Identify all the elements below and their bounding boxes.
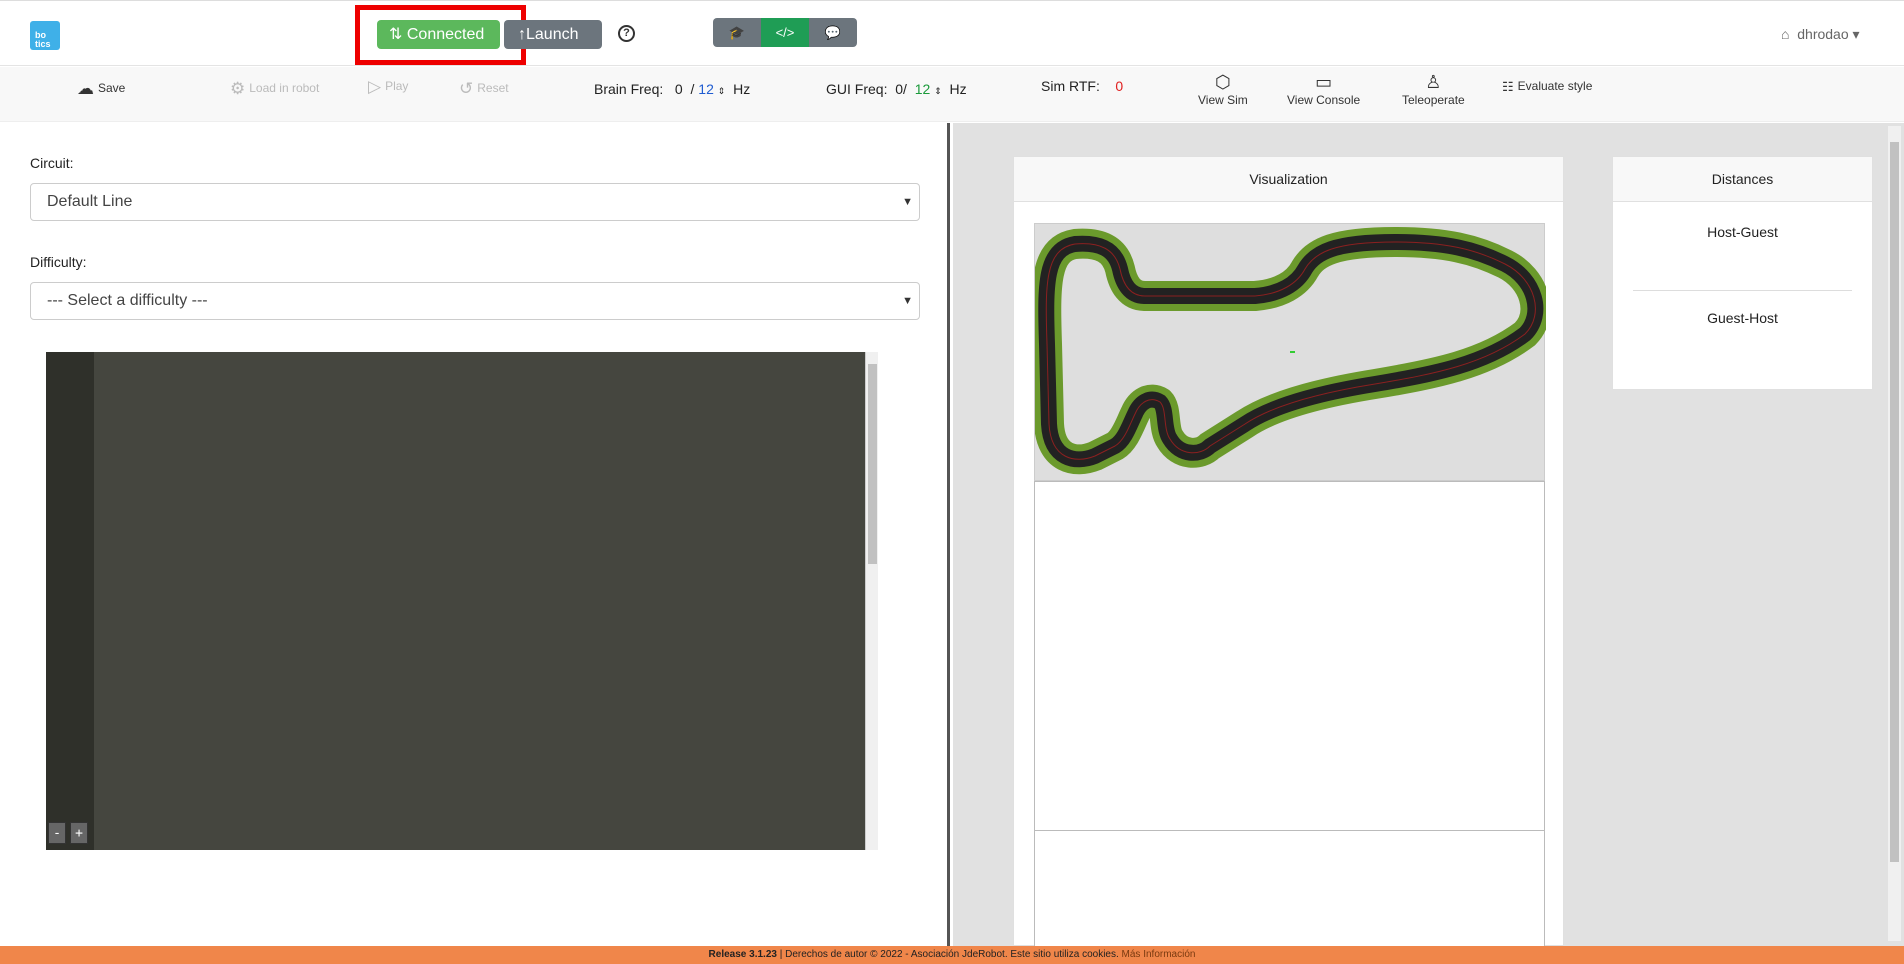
checklist-icon: ☷ — [1502, 79, 1514, 94]
joystick-icon: ♙ — [1425, 72, 1442, 92]
mode-toggle-group: 🎓 </> 💬 — [713, 18, 857, 47]
play-circle-icon: ▷ — [368, 77, 382, 96]
circuit-select[interactable]: Default Line ▼ — [30, 183, 920, 221]
question-circle-icon[interactable]: ? — [618, 25, 635, 42]
teleoperate-button[interactable]: ♙ Teleoperate — [1402, 71, 1465, 107]
caret-down-icon: ▾ — [1852, 26, 1860, 42]
unibotics-logo[interactable]: bo tics — [30, 21, 60, 50]
circuit-track-svg — [1031, 226, 1551, 475]
code-icon[interactable]: </> — [761, 18, 809, 47]
code-editor[interactable]: - + — [46, 352, 878, 850]
footer: Release 3.1.23 | Derechos de autor © 202… — [0, 946, 1904, 964]
visualization-title: Visualization — [1014, 157, 1563, 202]
more-info-link[interactable]: Más Información — [1122, 949, 1196, 960]
view-sim-button[interactable]: ⬡ View Sim — [1198, 71, 1248, 107]
play-button[interactable]: ▷ Play — [368, 77, 408, 97]
robot-icon: ⚙ — [230, 79, 246, 98]
copyright-text: | Derechos de autor © 2022 - Asociación … — [776, 949, 1122, 960]
release-version: Release 3.1.23 — [708, 949, 777, 960]
editor-pane: Circuit: Default Line ▼ Difficulty: --- S… — [0, 123, 950, 946]
divider — [1633, 290, 1852, 291]
user-menu[interactable]: ⌂ dhrodao ▾ — [1781, 26, 1860, 43]
editor-scrollbar[interactable] — [865, 352, 878, 850]
host-guest-label: Host-Guest — [1707, 224, 1778, 240]
mortarboard-icon[interactable]: 🎓 — [713, 18, 761, 47]
chevron-down-icon: ▼ — [902, 295, 913, 307]
difficulty-label: Difficulty: — [30, 254, 87, 270]
chat-icon[interactable]: 💬 — [809, 18, 857, 47]
cloud-upload-icon: ☁ — [77, 79, 94, 98]
zoom-in-button[interactable]: + — [70, 822, 88, 844]
red-highlight-box — [355, 5, 526, 65]
save-button[interactable]: ☁ Save — [77, 79, 125, 99]
gui-freq-input[interactable]: 12 — [915, 81, 931, 97]
stepper-icon[interactable]: ⇕ — [718, 86, 726, 96]
gui-freq: GUI Freq: 0/ 12 ⇕ Hz — [826, 81, 967, 97]
brain-freq: Brain Freq: 0 / 12 ⇕ Hz — [594, 81, 751, 97]
brain-freq-input[interactable]: 12 — [698, 81, 714, 97]
terminal-icon: ▭ — [1315, 72, 1333, 92]
view-console-button[interactable]: ▭ View Console — [1287, 71, 1360, 107]
difficulty-select[interactable]: --- Select a difficulty --- ▼ — [30, 282, 920, 320]
camera-view — [1034, 481, 1545, 831]
car-marker — [1290, 351, 1295, 353]
reset-button[interactable]: ↺ Reset — [459, 79, 509, 99]
secondary-view — [1034, 831, 1545, 947]
guest-host-label: Guest-Host — [1707, 310, 1778, 326]
page-scrollbar[interactable] — [1888, 126, 1901, 941]
visualization-pane: Visualization Distances Host-Guest Guest… — [953, 123, 1904, 947]
stepper-icon[interactable]: ⇕ — [934, 86, 942, 96]
scroll-thumb[interactable] — [868, 364, 877, 564]
reset-icon: ↺ — [459, 79, 474, 98]
arrow-up-icon: ↑ — [518, 26, 526, 43]
launch-button[interactable]: ↑Launch — [504, 20, 602, 49]
circuit-map — [1031, 223, 1551, 481]
top-navbar: bo tics ⇅ Connected ↑Launch ? 🎓 </> 💬 ⌂ … — [0, 0, 1904, 66]
evaluate-style-button[interactable]: ☷ Evaluate style — [1502, 79, 1592, 95]
load-in-robot-button[interactable]: ⚙ Load in robot — [230, 79, 319, 99]
home-icon: ⌂ — [1781, 26, 1790, 42]
cube-icon: ⬡ — [1215, 72, 1231, 92]
visualization-card: Visualization — [1013, 156, 1564, 947]
circuit-label: Circuit: — [30, 155, 74, 171]
toolbar: ☁ Save ⚙ Load in robot ▷ Play ↺ Reset Brain … — [0, 67, 1904, 122]
distances-card: Distances Host-Guest Guest-Host — [1612, 156, 1873, 390]
page-scroll-thumb[interactable] — [1890, 142, 1899, 862]
zoom-out-button[interactable]: - — [48, 822, 66, 844]
line-gutter — [46, 352, 94, 850]
sim-rtf: Sim RTF: 0 — [1041, 78, 1124, 94]
distances-title: Distances — [1613, 157, 1872, 202]
chevron-down-icon: ▼ — [902, 196, 913, 208]
